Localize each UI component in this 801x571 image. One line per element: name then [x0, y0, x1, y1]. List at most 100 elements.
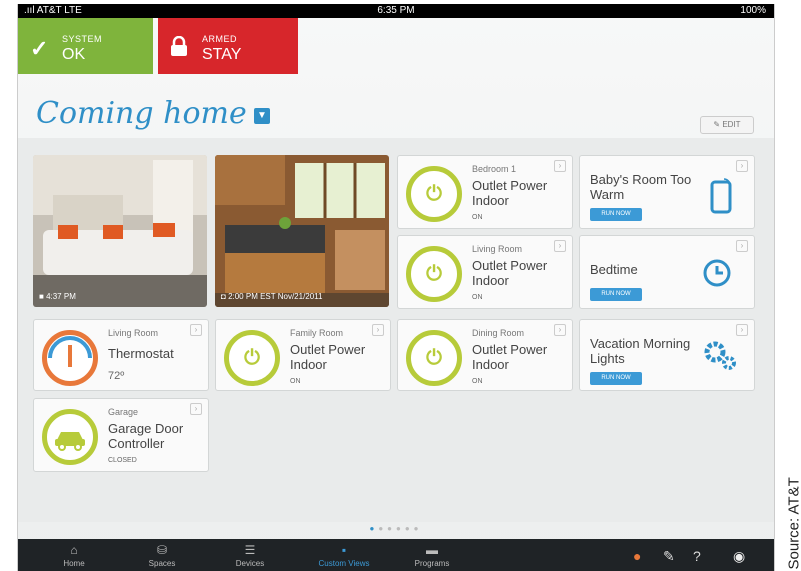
device-state: CLOSED: [108, 457, 137, 464]
device-state: ON: [472, 378, 483, 385]
program-name: Baby's Room Too Warm: [590, 172, 692, 202]
status-bar: .ııl AT&T LTE 6:35 PM 100%: [18, 4, 774, 18]
camera-time-label: 4:37 PM: [46, 292, 76, 301]
car-icon: [42, 409, 98, 465]
camera-tile-kitchen[interactable]: ◘ 2:00 PM EST Nov/21/2011: [215, 155, 389, 307]
chevron-right-icon[interactable]: ›: [554, 160, 566, 172]
device-room: Living Room: [472, 244, 523, 254]
device-card-bedroom-outlet[interactable]: ⏻ Bedroom 1 Outlet Power Indoor ON ›: [397, 155, 573, 229]
camera-tile-living-room[interactable]: ■ 4:37 PM: [33, 155, 207, 307]
source-credit: Source: AT&T: [777, 440, 801, 571]
camera-snapshot-kitchen: [215, 155, 389, 307]
tab-label: Home: [63, 559, 85, 568]
device-room: Garage: [108, 407, 139, 417]
device-state: ON: [472, 294, 483, 301]
device-name: Outlet Power Indoor: [472, 258, 548, 288]
program-card-bedtime[interactable]: Bedtime RUN NOW ›: [579, 235, 755, 309]
camera-timestamp: ◘ 2:00 PM EST Nov/21/2011: [221, 292, 323, 301]
lock-icon: [170, 35, 188, 62]
spaces-icon: ⛁: [156, 543, 168, 557]
device-room: Dining Room: [472, 328, 525, 338]
device-name: Outlet Power Indoor: [290, 342, 366, 372]
edit-button[interactable]: ✎ EDIT: [700, 116, 754, 134]
checkmark-icon: ✓: [30, 36, 49, 61]
tab-programs[interactable]: ▬ Programs: [390, 539, 474, 571]
tab-label: Spaces: [148, 559, 176, 568]
camera-icon: ◘: [221, 292, 229, 301]
system-status-value: OK: [62, 46, 86, 63]
help-icon[interactable]: ?: [693, 548, 701, 564]
device-card-garage-door[interactable]: Garage Garage Door Controller CLOSED ›: [33, 398, 209, 472]
program-name: Bedtime: [590, 262, 638, 277]
mobile-phone-icon: [710, 178, 732, 222]
thermostat-temperature: 72º: [108, 370, 125, 382]
outlet-icon: ⏻: [406, 166, 462, 222]
device-room: Bedroom 1: [472, 164, 517, 174]
gears-icon: [702, 338, 738, 380]
pencil-icon: ✎: [713, 120, 723, 129]
custom-views-icon: ▪: [341, 543, 347, 557]
chevron-right-icon[interactable]: ›: [372, 324, 384, 336]
tab-label: Programs: [414, 559, 450, 568]
outlet-icon: ⏻: [406, 246, 462, 302]
camera-snapshot-living-room: [33, 155, 207, 307]
device-room: Family Room: [290, 328, 344, 338]
program-card-vacation-morning-lights[interactable]: Vacation Morning Lights RUN NOW ›: [579, 319, 755, 391]
att-globe-icon[interactable]: ◉: [733, 548, 745, 565]
device-name: Garage Door Controller: [108, 421, 184, 451]
outlet-icon: ⏻: [406, 330, 462, 386]
run-now-button[interactable]: RUN NOW: [590, 288, 642, 301]
edit-label: EDIT: [722, 120, 741, 129]
tab-devices[interactable]: ☰ Devices: [208, 539, 292, 571]
run-now-button[interactable]: RUN NOW: [590, 372, 642, 385]
arm-status-tile[interactable]: ARMED STAY: [158, 18, 298, 74]
wrench-icon[interactable]: ✎: [663, 548, 675, 565]
device-card-dining-room-outlet[interactable]: ⏻ Dining Room Outlet Power Indoor ON ›: [397, 319, 573, 391]
device-state: ON: [472, 214, 483, 221]
chevron-right-icon[interactable]: ›: [554, 324, 566, 336]
device-card-thermostat[interactable]: Living Room Thermostat 72º ›: [33, 319, 209, 391]
device-name: Outlet Power Indoor: [472, 342, 548, 372]
view-dropdown-button[interactable]: ▼: [254, 108, 270, 124]
arm-status-label: ARMED: [202, 34, 238, 44]
source-credit-text: Source: AT&T: [785, 477, 801, 570]
chevron-right-icon[interactable]: ›: [736, 160, 748, 172]
chevron-right-icon[interactable]: ›: [736, 324, 748, 336]
chat-bubble-icon[interactable]: ●: [633, 548, 641, 564]
program-card-babys-room[interactable]: Baby's Room Too Warm RUN NOW ›: [579, 155, 755, 229]
chevron-right-icon[interactable]: ›: [736, 240, 748, 252]
device-name: Outlet Power Indoor: [472, 178, 548, 208]
run-now-button[interactable]: RUN NOW: [590, 208, 642, 221]
page-indicator[interactable]: ●●●●●●: [18, 524, 774, 533]
battery-indicator: 100%: [740, 5, 766, 16]
tab-label: Devices: [235, 559, 265, 568]
bottom-tab-bar: ⌂ Home ⛁ Spaces ☰ Devices ▪ Custom Views ▬ Pr…: [18, 539, 774, 571]
tab-custom-views[interactable]: ▪ Custom Views: [302, 539, 386, 571]
outlet-icon: ⏻: [224, 330, 280, 386]
tab-home[interactable]: ⌂ Home: [32, 539, 116, 571]
chevron-right-icon[interactable]: ›: [190, 324, 202, 336]
thermostat-icon: [42, 330, 98, 386]
clock: 6:35 PM: [377, 5, 415, 16]
device-state: ON: [290, 378, 301, 385]
ipad-screen: .ııl AT&T LTE 6:35 PM 100% ✓ SYSTEM OK A…: [17, 4, 775, 571]
tab-label: Custom Views: [318, 559, 370, 568]
camera-timestamp: ■ 4:37 PM: [39, 292, 76, 301]
device-card-family-room-outlet[interactable]: ⏻ Family Room Outlet Power Indoor ON ›: [215, 319, 391, 391]
device-card-living-room-outlet[interactable]: ⏻ Living Room Outlet Power Indoor ON ›: [397, 235, 573, 309]
system-status-tile[interactable]: ✓ SYSTEM OK: [18, 18, 153, 74]
system-status-label: SYSTEM: [62, 34, 103, 44]
page-title: Coming home: [36, 96, 247, 131]
chevron-down-icon: ▼: [257, 110, 267, 121]
home-icon: ⌂: [70, 543, 78, 557]
program-name: Vacation Morning Lights: [590, 336, 691, 366]
device-name: Thermostat: [108, 346, 174, 361]
chevron-right-icon[interactable]: ›: [190, 403, 202, 415]
tab-spaces[interactable]: ⛁ Spaces: [120, 539, 204, 571]
camera-time-label: 2:00 PM EST Nov/21/2011: [228, 292, 323, 301]
dashboard-grid: ■ 4:37 PM ◘ 2:00 PM EST Nov/21/2011 ⏻ Be…: [18, 138, 774, 522]
arm-status-value: STAY: [202, 46, 242, 63]
device-room: Living Room: [108, 328, 159, 338]
clock-icon: [702, 258, 732, 296]
chevron-right-icon[interactable]: ›: [554, 240, 566, 252]
